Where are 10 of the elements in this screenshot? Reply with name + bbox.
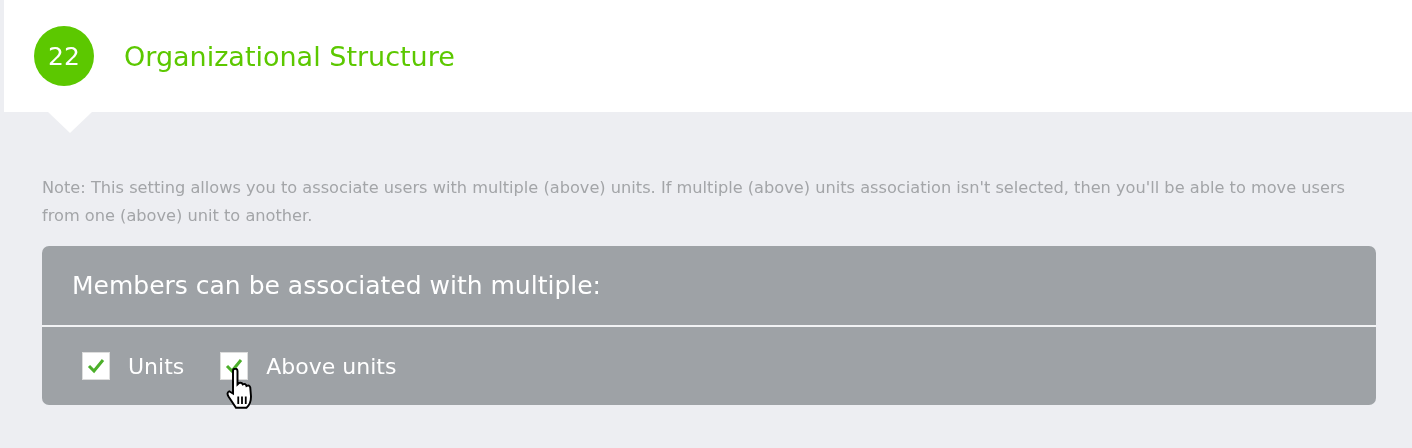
section-title: Organizational Structure	[124, 40, 455, 72]
note-text: Note: This setting allows you to associate users with multiple (above) units. If multiple (above) units association isn't selected, then you'll be able to move users from one (above) unit to another.	[42, 177, 1347, 227]
panel-heading: Members can be associated with multiple:	[72, 271, 602, 300]
checkmark-icon	[86, 356, 106, 376]
checkbox[interactable]	[82, 352, 110, 380]
section-number: 22	[34, 26, 94, 86]
checkbox-label[interactable]: Above units	[266, 353, 397, 379]
checkbox-label[interactable]: Units	[128, 353, 185, 379]
checkbox[interactable]	[220, 352, 249, 380]
checkmark-icon	[224, 356, 245, 376]
